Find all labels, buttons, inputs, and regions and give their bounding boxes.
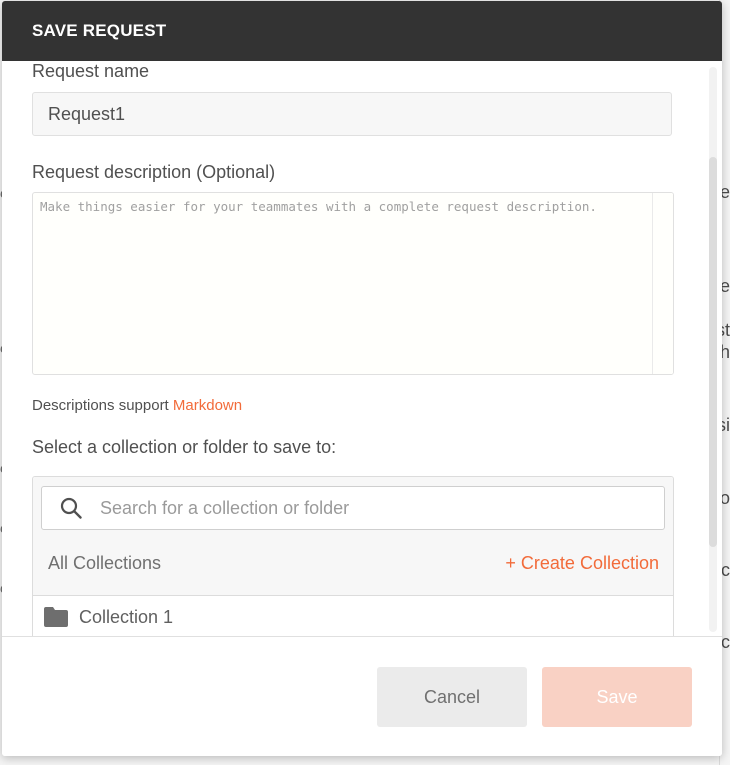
- save-button[interactable]: Save: [542, 667, 692, 727]
- collection-name: Collection 1: [79, 606, 174, 627]
- modal-footer: Cancel Save: [2, 636, 722, 756]
- all-collections-breadcrumb: All Collections: [48, 553, 162, 573]
- request-name-value: Request1: [48, 103, 126, 124]
- create-collection-button[interactable]: + Create Collection: [505, 553, 659, 574]
- collection-list-item[interactable]: Collection 1: [33, 595, 673, 636]
- modal-scrollbar[interactable]: [709, 67, 717, 632]
- collection-picker-label: Select a collection or folder to save to…: [32, 437, 337, 457]
- request-description-textarea[interactable]: Make things easier for your teammates wi…: [32, 192, 674, 375]
- textarea-scroll-gutter: [652, 193, 673, 374]
- save-request-modal: SAVE REQUEST Request name Request1 Reque…: [2, 1, 722, 756]
- request-description-label: Request description (Optional): [32, 162, 276, 182]
- collection-search-input[interactable]: [98, 496, 622, 520]
- modal-body[interactable]: Request name Request1 Request descriptio…: [2, 61, 722, 636]
- search-icon: [60, 497, 82, 519]
- modal-scrollbar-thumb[interactable]: [709, 157, 717, 547]
- request-description-placeholder: Make things easier for your teammates wi…: [40, 199, 597, 214]
- collection-picker: All Collections + Create Collection Coll…: [32, 476, 674, 636]
- markdown-note-text: Descriptions support: [32, 397, 169, 414]
- folder-icon: [43, 606, 69, 628]
- collection-picker-header: All Collections + Create Collection: [33, 477, 673, 596]
- markdown-link[interactable]: Markdown: [173, 397, 242, 414]
- cancel-button[interactable]: Cancel: [377, 667, 527, 727]
- request-name-input[interactable]: Request1: [32, 92, 672, 136]
- markdown-note: Descriptions support Markdown: [32, 397, 242, 414]
- collection-search-box[interactable]: [41, 486, 665, 530]
- modal-title: SAVE REQUEST: [32, 21, 167, 40]
- request-name-label: Request name: [32, 61, 150, 81]
- modal-header: SAVE REQUEST: [2, 1, 722, 61]
